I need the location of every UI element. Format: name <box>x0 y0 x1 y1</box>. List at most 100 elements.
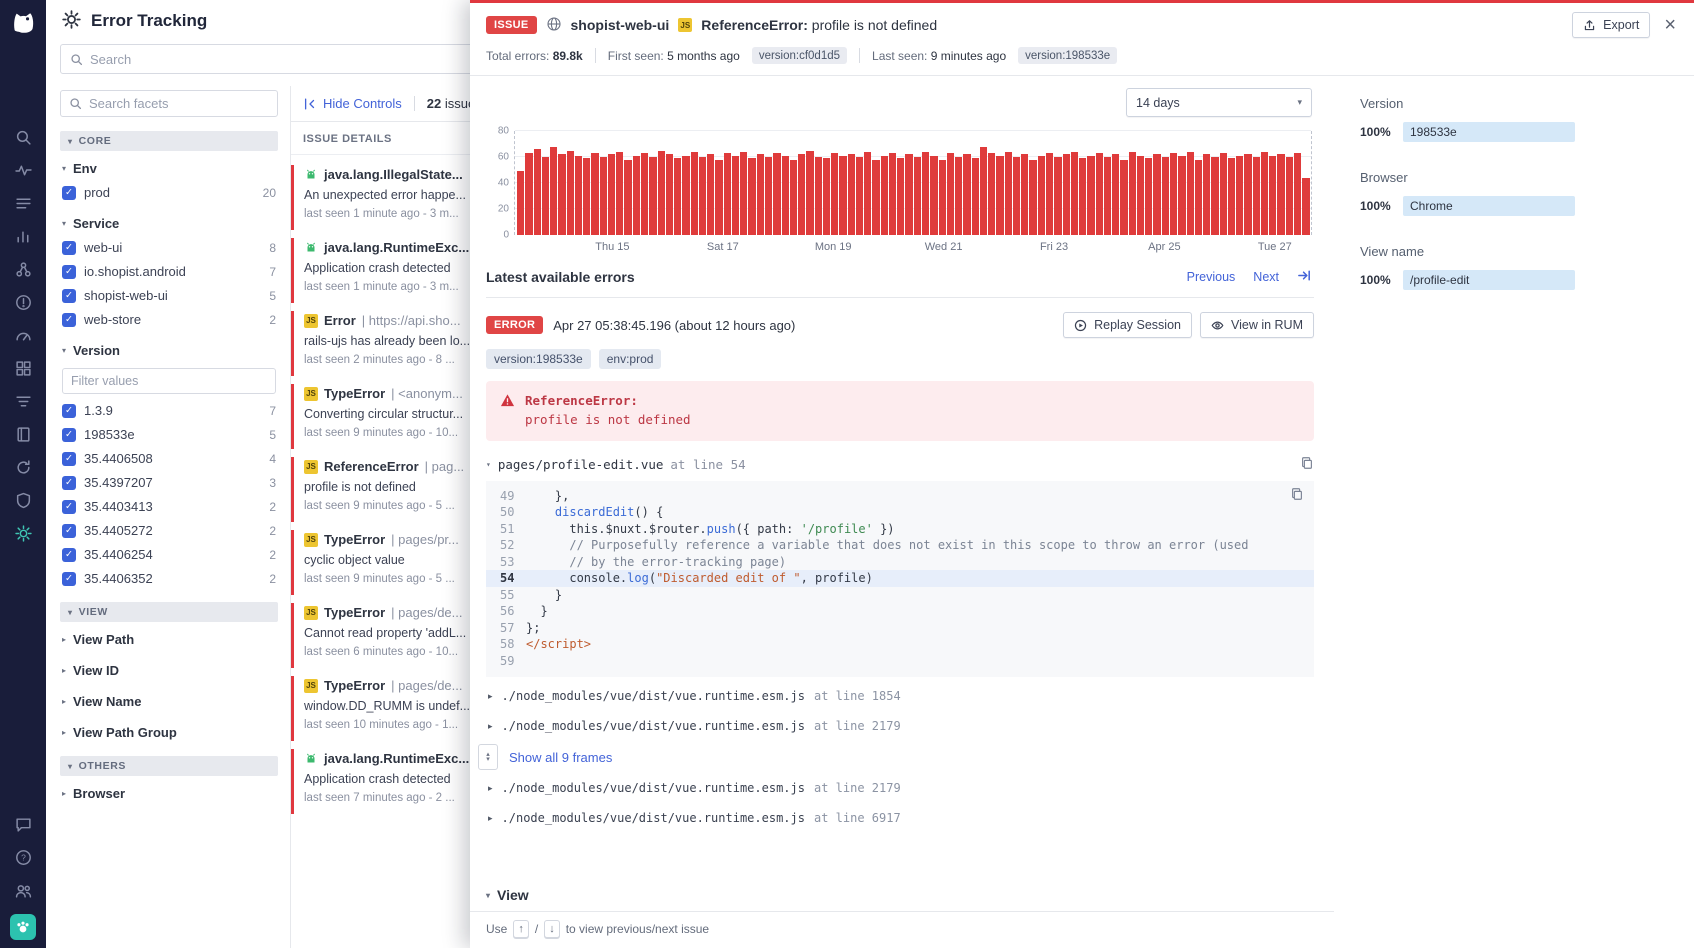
facet-checkbox[interactable]: ✓ <box>62 548 76 562</box>
facet-section-header-core[interactable]: ▾CORE <box>60 131 278 151</box>
stack-frame[interactable]: ▸./node_modules/vue/dist/vue.runtime.esm… <box>486 773 1314 803</box>
context-facet-browser: Browser100%Chrome <box>1360 170 1668 216</box>
close-icon[interactable]: × <box>1664 15 1676 35</box>
chart-bar <box>591 153 598 235</box>
facet-item-prod[interactable]: ✓prod20 <box>62 185 276 200</box>
facet-group-toggle-view-path[interactable]: ▸View Path <box>62 632 276 647</box>
facet-item-198533e[interactable]: ✓198533e5 <box>62 427 276 442</box>
facet-group-toggle-version[interactable]: ▾Version <box>62 343 276 358</box>
facet-checkbox[interactable]: ✓ <box>62 241 76 255</box>
facet-item-shopist-web-ui[interactable]: ✓shopist-web-ui5 <box>62 288 276 303</box>
facet-group-view-path-group: ▸View Path Group <box>62 725 276 740</box>
facet-item-web-ui[interactable]: ✓web-ui8 <box>62 240 276 255</box>
facet-item-1-3-9[interactable]: ✓1.3.97 <box>62 403 276 418</box>
facet-group-toggle-service[interactable]: ▾Service <box>62 216 276 231</box>
previous-link[interactable]: Previous <box>1187 270 1236 284</box>
pipelines-icon[interactable] <box>14 392 32 410</box>
facet-item-35-4397207[interactable]: ✓35.43972073 <box>62 475 276 490</box>
facet-checkbox[interactable]: ✓ <box>62 404 76 418</box>
facet-group-toggle-view-path-group[interactable]: ▸View Path Group <box>62 725 276 740</box>
apm-icon[interactable] <box>14 326 32 344</box>
stack-frame-header[interactable]: ▾ pages/profile-edit.vue at line 54 <box>486 456 1314 473</box>
facet-checkbox[interactable]: ✓ <box>62 476 76 490</box>
first-seen-version-tag[interactable]: version:cf0d1d5 <box>752 47 847 64</box>
incidents-icon[interactable] <box>14 293 32 311</box>
expand-frames-button[interactable]: ▴▾ <box>478 744 498 770</box>
time-range-dropdown[interactable]: 14 days ▾ <box>1126 88 1312 117</box>
facet-checkbox[interactable]: ✓ <box>62 572 76 586</box>
facet-group-toggle-view-name[interactable]: ▸View Name <box>62 694 276 709</box>
show-all-frames-link[interactable]: Show all 9 frames <box>509 750 612 765</box>
chart-bar <box>1170 153 1177 235</box>
watchdog-icon[interactable] <box>14 161 32 179</box>
logs-icon[interactable] <box>14 194 32 212</box>
chart-plot[interactable] <box>514 131 1312 235</box>
facet-value-row[interactable]: 100%Chrome <box>1360 196 1575 216</box>
notebooks-icon[interactable] <box>14 425 32 443</box>
replay-session-button[interactable]: Replay Session <box>1063 312 1192 338</box>
service-map-icon[interactable] <box>14 260 32 278</box>
view-in-rum-button[interactable]: View in RUM <box>1200 312 1314 338</box>
facet-value-row[interactable]: 100%198533e <box>1360 122 1575 142</box>
chart-bar <box>765 157 772 235</box>
facet-section-header-view[interactable]: ▾VIEW <box>60 602 278 622</box>
facet-group-toggle-env[interactable]: ▾Env <box>62 161 276 176</box>
frame-path: ./node_modules/vue/dist/vue.runtime.esm.… <box>502 781 805 795</box>
version-tag[interactable]: version:198533e <box>486 349 591 369</box>
next-link[interactable]: Next <box>1253 270 1279 284</box>
stack-frame[interactable]: ▸./node_modules/vue/dist/vue.runtime.esm… <box>486 711 1314 741</box>
users-icon[interactable] <box>14 881 32 899</box>
skip-to-latest-icon[interactable] <box>1297 268 1312 286</box>
line-number: 52 <box>500 537 526 554</box>
facet-checkbox[interactable]: ✓ <box>62 500 76 514</box>
facet-item-count: 7 <box>269 265 276 279</box>
facet-group-toggle-view-id[interactable]: ▸View ID <box>62 663 276 678</box>
help-icon[interactable]: ? <box>14 848 32 866</box>
security-icon[interactable] <box>14 491 32 509</box>
facet-checkbox[interactable]: ✓ <box>62 428 76 442</box>
facet-search-input[interactable] <box>89 96 269 111</box>
metrics-icon[interactable] <box>14 227 32 245</box>
facet-group-view-path: ▸View Path <box>62 632 276 647</box>
chat-icon[interactable] <box>14 815 32 833</box>
search-input-wrap[interactable] <box>60 44 478 74</box>
stack-frame[interactable]: ▸./node_modules/vue/dist/vue.runtime.esm… <box>486 803 1314 833</box>
facet-checkbox[interactable]: ✓ <box>62 524 76 538</box>
facet-item-web-store[interactable]: ✓web-store2 <box>62 312 276 327</box>
show-all-frames-row: ▴▾ Show all 9 frames <box>478 744 1314 770</box>
facet-checkbox[interactable]: ✓ <box>62 313 76 327</box>
facet-item-35-4406352[interactable]: ✓35.44063522 <box>62 571 276 586</box>
copy-icon[interactable] <box>1290 487 1304 506</box>
facet-search-wrap[interactable] <box>60 90 278 117</box>
ci-icon[interactable] <box>14 458 32 476</box>
facet-item-io-shopist-android[interactable]: ✓io.shopist.android7 <box>62 264 276 279</box>
error-tracking-nav-icon[interactable] <box>14 524 32 542</box>
facet-item-35-4406508[interactable]: ✓35.44065084 <box>62 451 276 466</box>
facet-item-35-4405272[interactable]: ✓35.44052722 <box>62 523 276 538</box>
env-tag[interactable]: env:prod <box>599 349 662 369</box>
datadog-logo-icon[interactable] <box>9 8 37 36</box>
facet-checkbox[interactable]: ✓ <box>62 452 76 466</box>
facet-item-35-4403413[interactable]: ✓35.44034132 <box>62 499 276 514</box>
integrations-icon[interactable] <box>14 359 32 377</box>
chart-bar <box>616 152 623 235</box>
facet-section-header-others[interactable]: ▾OTHERS <box>60 756 278 776</box>
facet-checkbox[interactable]: ✓ <box>62 265 76 279</box>
facet-value-row[interactable]: 100%/profile-edit <box>1360 270 1575 290</box>
copy-icon[interactable] <box>1300 456 1314 473</box>
facet-group-toggle-browser[interactable]: ▸Browser <box>62 786 276 801</box>
hide-controls-button[interactable]: Hide Controls <box>303 96 402 111</box>
divider <box>859 48 860 63</box>
view-section-header[interactable]: ▾ View <box>486 883 1314 905</box>
search-icon[interactable] <box>14 128 32 146</box>
version-filter-input[interactable] <box>62 368 276 394</box>
export-button[interactable]: Export <box>1572 12 1650 38</box>
stack-frame[interactable]: ▸./node_modules/vue/dist/vue.runtime.esm… <box>486 681 1314 711</box>
issue-card-path: | pag... <box>425 459 465 474</box>
search-input[interactable] <box>90 52 468 67</box>
facet-checkbox[interactable]: ✓ <box>62 186 76 200</box>
facet-item-35-4406254[interactable]: ✓35.44062542 <box>62 547 276 562</box>
last-seen-version-tag[interactable]: version:198533e <box>1018 47 1117 64</box>
datadog-bits-icon[interactable] <box>10 914 36 940</box>
facet-checkbox[interactable]: ✓ <box>62 289 76 303</box>
